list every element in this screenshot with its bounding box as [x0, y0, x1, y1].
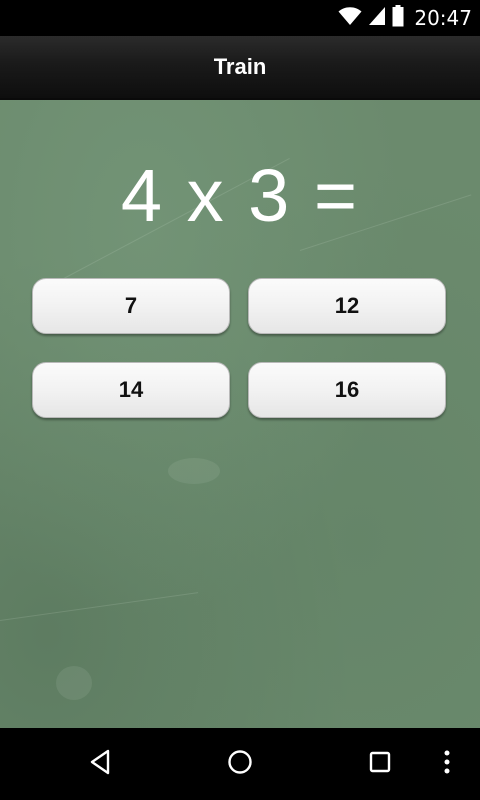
battery-icon	[392, 5, 404, 31]
home-button[interactable]	[200, 728, 280, 800]
screen: 20:47 Train 4 x 3 = 7 12 14 16	[0, 0, 480, 800]
home-icon	[227, 749, 253, 779]
action-bar: Train	[0, 36, 480, 100]
chalk-scratch	[0, 592, 199, 621]
status-bar: 20:47	[0, 0, 480, 36]
recents-icon	[369, 751, 391, 777]
back-button[interactable]	[60, 728, 140, 800]
signal-icon	[368, 6, 386, 30]
answer-button-1[interactable]: 7	[32, 278, 230, 334]
answer-button-3[interactable]: 14	[32, 362, 230, 418]
question-text: 4 x 3 =	[120, 154, 360, 237]
wifi-icon	[338, 6, 362, 30]
status-icons: 20:47	[338, 0, 472, 36]
status-time: 20:47	[414, 6, 472, 30]
menu-button[interactable]	[414, 728, 480, 800]
chalk-smudge	[168, 458, 220, 484]
answer-button-4[interactable]: 16	[248, 362, 446, 418]
page-title: Train	[213, 54, 267, 79]
chalk-smudge	[56, 666, 92, 700]
chalkboard-area: 4 x 3 = 7 12 14 16	[0, 100, 480, 728]
back-icon	[88, 749, 112, 779]
recents-button[interactable]	[340, 728, 420, 800]
navigation-bar	[0, 728, 480, 800]
answer-button-2[interactable]: 12	[248, 278, 446, 334]
menu-icon	[443, 749, 451, 779]
